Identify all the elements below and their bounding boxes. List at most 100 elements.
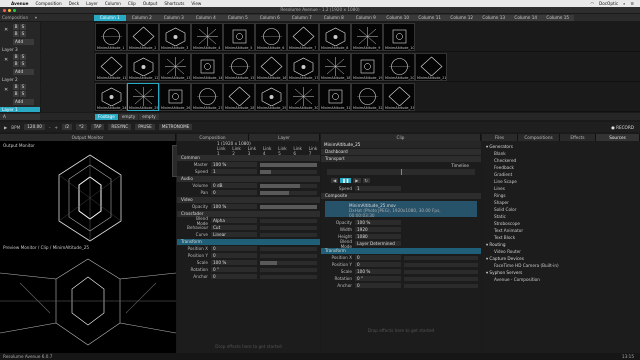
column-10-tab[interactable]: Column 10 bbox=[382, 14, 414, 21]
wifi-icon[interactable]: ◠ bbox=[590, 1, 594, 6]
bpm-half-button[interactable]: /2 bbox=[61, 124, 73, 130]
param-value[interactable]: 100 % bbox=[211, 162, 257, 167]
output-monitor-header[interactable]: Output Monitor bbox=[0, 134, 176, 141]
param-slider[interactable] bbox=[260, 267, 317, 272]
deck-footage-tab[interactable]: Footage bbox=[95, 113, 118, 120]
param-value[interactable]: 0 dB bbox=[211, 183, 257, 188]
timeline-select[interactable]: Timeline bbox=[321, 162, 481, 169]
tap-button[interactable]: TAP bbox=[90, 124, 105, 130]
menu-view[interactable]: View bbox=[191, 1, 201, 6]
source-item[interactable]: Feedback bbox=[486, 164, 636, 171]
solo-button-2[interactable]: S bbox=[20, 91, 26, 97]
clip-thumbnail[interactable]: MinimAltitude_28 bbox=[223, 83, 255, 111]
column-9-tab[interactable]: Column 9 bbox=[350, 14, 382, 21]
bypass-button-2[interactable]: B bbox=[13, 91, 19, 97]
metronome-button[interactable]: METRONOME bbox=[158, 124, 193, 130]
link-label[interactable]: Link 7 bbox=[309, 146, 320, 156]
param-value[interactable]: 100 % bbox=[211, 204, 257, 209]
param-slider[interactable] bbox=[260, 225, 317, 230]
clip-thumbnail[interactable]: MinimAltitude_33 bbox=[383, 83, 415, 111]
link-label[interactable]: Link 2 bbox=[232, 146, 243, 156]
column-8-tab[interactable]: Column 8 bbox=[318, 14, 350, 21]
param-value[interactable]: 0 bbox=[211, 253, 257, 258]
clip-thumbnail[interactable]: MinimAltitude_32 bbox=[351, 83, 383, 111]
layer-master-cell[interactable] bbox=[41, 82, 94, 112]
close-icon[interactable]: ✕ bbox=[4, 87, 8, 93]
solo-button-2[interactable]: S bbox=[20, 31, 26, 37]
clip-thumbnail[interactable]: MinimAltitude_10 bbox=[383, 23, 415, 51]
source-item[interactable]: Video Router bbox=[486, 248, 636, 255]
column-3-tab[interactable]: Column 3 bbox=[158, 14, 190, 21]
menu-column[interactable]: Column bbox=[105, 1, 121, 6]
zoom-window-button[interactable] bbox=[13, 8, 16, 12]
source-item[interactable]: Solid Color bbox=[486, 206, 636, 213]
close-window-button[interactable] bbox=[3, 8, 6, 12]
clip-thumbnail[interactable]: MinimAltitude_27 bbox=[191, 83, 223, 111]
compositions-tab[interactable]: Compositions bbox=[518, 134, 560, 141]
play-icon[interactable]: ▶ bbox=[4, 125, 7, 130]
param-value[interactable]: Alpha bbox=[211, 218, 257, 223]
bpm-value[interactable]: 120.00 bbox=[24, 124, 45, 130]
clip-thumbnail[interactable]: MinimAltitude_8 bbox=[319, 23, 351, 51]
link-label[interactable]: Link 5 bbox=[278, 146, 289, 156]
source-item[interactable]: Line Scape bbox=[486, 178, 636, 185]
clip-transform-slider[interactable] bbox=[404, 255, 478, 260]
param-slider[interactable] bbox=[260, 218, 317, 223]
menu-composition[interactable]: Composition bbox=[35, 1, 61, 6]
layer-master-cell[interactable] bbox=[41, 22, 94, 52]
clip-thumbnail[interactable]: MinimAltitude_6 bbox=[255, 23, 287, 51]
column-1-tab[interactable]: Column 1 bbox=[94, 14, 126, 21]
search-icon[interactable]: ⌕ bbox=[623, 1, 625, 6]
param-value[interactable]: 0 bbox=[211, 190, 257, 195]
clip-thumbnail[interactable]: MinimAltitude_20 bbox=[383, 53, 415, 81]
column-13-tab[interactable]: Column 13 bbox=[478, 14, 510, 21]
files-tab[interactable]: Files bbox=[482, 134, 518, 141]
param-slider[interactable] bbox=[260, 190, 317, 195]
bypass-button-2[interactable]: B bbox=[13, 61, 19, 67]
bpm-plus[interactable]: + bbox=[54, 125, 58, 130]
param-slider[interactable] bbox=[260, 162, 317, 167]
clip-transform-value[interactable]: 100 % bbox=[355, 269, 401, 274]
param-value[interactable]: Linear bbox=[211, 232, 257, 237]
clip-transform-slider[interactable] bbox=[404, 283, 478, 288]
clip-transform-value[interactable]: 0 bbox=[355, 262, 401, 267]
bpm-double-button[interactable]: *2 bbox=[76, 124, 87, 130]
bypass-button-2[interactable]: B bbox=[13, 31, 19, 37]
source-item[interactable]: Text Block bbox=[486, 234, 636, 241]
add-clip-button[interactable]: Add bbox=[13, 39, 34, 45]
clip-param-value[interactable]: Layer Determined bbox=[355, 241, 401, 246]
clip-thumbnail[interactable]: MinimAltitude_2 bbox=[127, 23, 159, 51]
param-slider[interactable] bbox=[260, 260, 317, 265]
solo-button[interactable]: S bbox=[20, 24, 26, 30]
column-7-tab[interactable]: Column 7 bbox=[286, 14, 318, 21]
source-group-header[interactable]: ▾ Syphon Servers bbox=[486, 269, 636, 276]
param-slider[interactable] bbox=[260, 169, 317, 174]
add-clip-button[interactable]: Add bbox=[13, 99, 34, 105]
menu-app-name[interactable]: Avenue bbox=[11, 1, 28, 6]
param-value[interactable]: 0 bbox=[211, 246, 257, 251]
layer-name[interactable]: Layer 1 bbox=[0, 107, 40, 112]
clip-thumbnail[interactable]: MinimAltitude_17 bbox=[287, 53, 319, 81]
close-icon[interactable]: ✕ bbox=[4, 57, 8, 63]
menu-shortcuts[interactable]: Shortcuts bbox=[164, 1, 184, 6]
clip-transform-slider[interactable] bbox=[404, 276, 478, 281]
clip-thumbnail[interactable]: MinimAltitude_18 bbox=[319, 53, 351, 81]
menu-output[interactable]: Output bbox=[143, 1, 158, 6]
param-value[interactable]: Cut bbox=[211, 225, 257, 230]
clip-thumbnail[interactable]: MinimAltitude_1 bbox=[95, 23, 127, 51]
play-forward-icon[interactable]: ▶ bbox=[353, 177, 361, 183]
clip-panel-tab[interactable]: Clip bbox=[321, 134, 481, 141]
source-group-header[interactable]: ▾ Capture Devices bbox=[486, 255, 636, 262]
resync-button[interactable]: RESYNC bbox=[108, 124, 132, 130]
clip-transform-value[interactable]: 0 ° bbox=[355, 276, 401, 281]
solo-button[interactable]: S bbox=[20, 84, 26, 90]
source-item[interactable]: Shaper bbox=[486, 199, 636, 206]
param-value[interactable]: 0 ° bbox=[211, 267, 257, 272]
record-button[interactable]: ● RECORD bbox=[611, 125, 640, 130]
clip-thumbnail[interactable]: MinimAltitude_11 bbox=[95, 53, 127, 81]
source-item[interactable]: Checkered bbox=[486, 157, 636, 164]
bpm-minus[interactable]: - bbox=[49, 125, 51, 130]
clip-thumbnail[interactable]: MinimAltitude_14 bbox=[191, 53, 223, 81]
clip-thumbnail[interactable]: MinimAltitude_26 bbox=[159, 83, 191, 111]
column-5-tab[interactable]: Column 5 bbox=[222, 14, 254, 21]
